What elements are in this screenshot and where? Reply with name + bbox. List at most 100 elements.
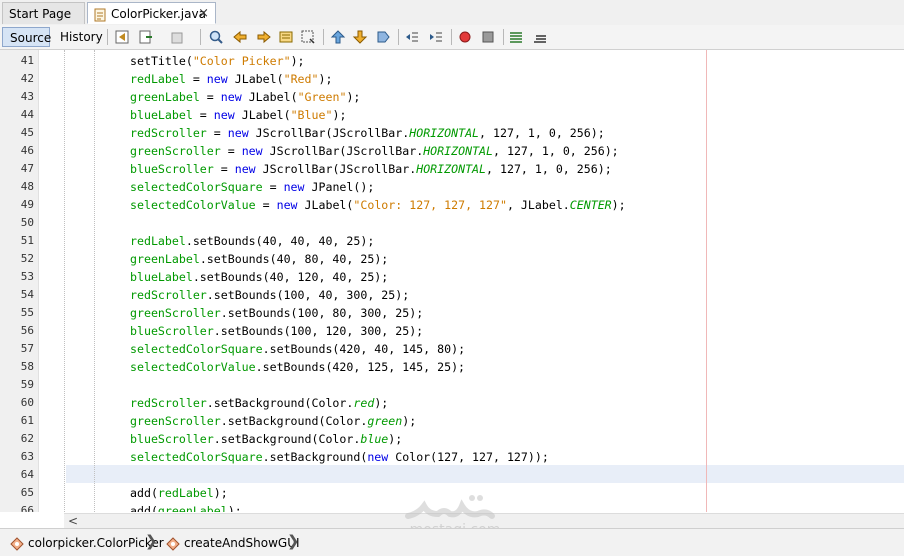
code-token: greenScroller (130, 144, 221, 158)
line-number: 48 (20, 180, 34, 193)
code-token: .setBounds(100, 120, 300, 25); (213, 324, 424, 338)
forward-icon[interactable] (170, 29, 186, 45)
code-line: selectedColorValue = new JLabel("Color: … (130, 196, 626, 214)
code-token: JScrollBar(JScrollBar. (255, 162, 417, 176)
line-number: 53 (20, 270, 34, 283)
editor-toolbar: Source History (0, 25, 904, 50)
toggle-bookmark-icon[interactable] (375, 29, 391, 45)
code-token: greenLabel (157, 504, 228, 512)
toolbar-separator (398, 29, 399, 45)
toolbar-separator (200, 29, 201, 45)
shift-right-icon[interactable] (428, 29, 444, 45)
code-token: .setBounds(420, 125, 145, 25); (255, 360, 466, 374)
find-previous-icon[interactable] (232, 29, 248, 45)
line-number: 56 (20, 324, 34, 337)
right-margin-line (706, 50, 707, 512)
code-line: greenLabel.setBounds(40, 80, 40, 25); (130, 250, 388, 268)
navigation-breadcrumb: colorpicker.ColorPicker ❯ createAndShowG… (0, 528, 904, 556)
code-line: blueScroller = new JScrollBar(JScrollBar… (130, 160, 612, 178)
line-number: 43 (20, 90, 34, 103)
code-token: selectedColorValue (130, 360, 256, 374)
code-line: selectedColorSquare = new JPanel(); (130, 178, 374, 196)
history-button[interactable]: History (53, 27, 103, 47)
code-token: JLabel( (227, 72, 284, 86)
line-number: 59 (20, 378, 34, 391)
code-token: "Blue" (290, 108, 333, 122)
breadcrumb-method[interactable]: createAndShowGUI (166, 533, 300, 553)
next-bookmark-icon[interactable] (352, 29, 368, 45)
breadcrumb-label: colorpicker.ColorPicker (28, 536, 164, 550)
code-token: JScrollBar(JScrollBar. (248, 126, 410, 140)
indent-guide (94, 50, 96, 512)
find-selection-icon[interactable] (300, 29, 316, 45)
previous-bookmark-icon[interactable] (330, 29, 346, 45)
code-token: .setBackground(Color. (206, 396, 354, 410)
code-token: = (220, 144, 242, 158)
shift-left-icon[interactable] (404, 29, 420, 45)
code-token: .setBackground(Color. (213, 432, 361, 446)
line-number-gutter: 41 42 43 44 45 46 47 48 49 50 51 52 53 54 55 56 57 58 59 60… (0, 50, 39, 512)
code-token: setTitle( (130, 54, 193, 68)
code-token: .setBounds(40, 120, 40, 25); (192, 270, 389, 284)
code-editor[interactable]: setTitle("Color Picker"); redLabel = new … (39, 50, 904, 512)
code-token: blueScroller (130, 324, 214, 338)
code-token: greenLabel (130, 90, 200, 104)
macro-stop-icon[interactable] (480, 29, 496, 45)
source-button[interactable]: Source (2, 27, 51, 47)
code-token: JLabel( (234, 108, 291, 122)
code-token: new (234, 162, 256, 176)
code-line: greenLabel = new JLabel("Green"); (130, 88, 360, 106)
code-token: blueScroller (130, 432, 214, 446)
scroll-left-arrow[interactable]: < (68, 514, 78, 528)
line-number: 44 (20, 108, 34, 121)
code-token: greenScroller (130, 414, 221, 428)
tab-label: ColorPicker.java (111, 7, 206, 21)
code-token: "Green" (297, 90, 347, 104)
code-token: = (192, 108, 214, 122)
code-token: ); (611, 198, 626, 212)
line-number: 65 (20, 486, 34, 499)
code-token: "Red" (283, 72, 319, 86)
line-number: 60 (20, 396, 34, 409)
find-icon[interactable] (208, 29, 224, 45)
code-token: .setBounds(420, 40, 145, 80); (262, 342, 466, 356)
last-edit-icon[interactable] (114, 29, 130, 45)
line-number: 42 (20, 72, 34, 85)
code-token: ); (318, 72, 333, 86)
code-token: new (283, 180, 305, 194)
code-token: JScrollBar(JScrollBar. (262, 144, 424, 158)
code-token: ); (227, 504, 242, 512)
line-number: 57 (20, 342, 34, 355)
code-token: CENTER (569, 198, 612, 212)
find-next-icon[interactable] (256, 29, 272, 45)
code-token: .setBackground( (262, 450, 368, 464)
tab-start-page[interactable]: Start Page (2, 2, 85, 24)
code-token: green (367, 414, 403, 428)
code-token: selectedColorSquare (130, 180, 263, 194)
close-icon[interactable]: × (198, 3, 209, 25)
breadcrumb-class[interactable]: colorpicker.ColorPicker (10, 533, 164, 553)
code-token: ); (374, 396, 389, 410)
code-token: blueLabel (130, 270, 193, 284)
macro-record-icon[interactable] (457, 29, 473, 45)
code-token: new (213, 108, 235, 122)
toolbar-separator (503, 29, 504, 45)
toggle-highlight-icon[interactable] (278, 29, 294, 45)
back-icon[interactable] (138, 29, 154, 45)
tab-colorpicker-java[interactable]: ColorPicker.java × (87, 2, 216, 24)
code-token: "Color: 127, 127, 127" (353, 198, 507, 212)
line-number: 51 (20, 234, 34, 247)
code-token: new (227, 126, 249, 140)
current-line-highlight (66, 465, 904, 483)
code-line: blueScroller.setBounds(100, 120, 300, 25… (130, 322, 423, 340)
code-token: .setBounds(40, 80, 40, 25); (199, 252, 389, 266)
code-line: greenScroller.setBackground(Color.green)… (130, 412, 416, 430)
code-token: redLabel (130, 234, 186, 248)
uncomment-icon[interactable] (532, 29, 548, 45)
line-number: 41 (20, 54, 34, 67)
comment-icon[interactable] (508, 29, 524, 45)
line-number: 47 (20, 162, 34, 175)
code-line: setTitle("Color Picker"); (130, 52, 305, 70)
line-number: 55 (20, 306, 34, 319)
code-token: .setBounds(100, 80, 300, 25); (220, 306, 424, 320)
